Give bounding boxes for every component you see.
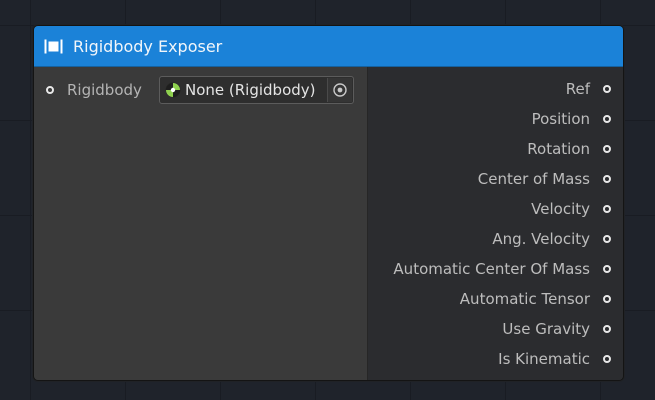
input-label-rigidbody: Rigidbody [67, 81, 142, 99]
output-row: Rotation [527, 134, 611, 164]
output-label-automatic-center-of-mass: Automatic Center Of Mass [393, 260, 590, 278]
input-port-row: Rigidbody [46, 76, 142, 104]
output-port-ref[interactable] [603, 85, 611, 93]
output-port-velocity[interactable] [603, 205, 611, 213]
output-row: Automatic Tensor [460, 284, 611, 314]
output-row: Ang. Velocity [492, 224, 611, 254]
output-port-center-of-mass[interactable] [603, 175, 611, 183]
output-row: Use Gravity [502, 314, 611, 344]
node-title: Rigidbody Exposer [73, 36, 223, 56]
object-picker-icon [333, 83, 347, 97]
output-port-rotation[interactable] [603, 145, 611, 153]
output-row: Is Kinematic [498, 344, 611, 374]
output-row: Ref [566, 74, 611, 104]
output-label-use-gravity: Use Gravity [502, 320, 590, 338]
rigidbody-object-icon [165, 82, 181, 98]
output-label-velocity: Velocity [531, 200, 590, 218]
output-port-ang-velocity[interactable] [603, 235, 611, 243]
output-row: Velocity [531, 194, 611, 224]
object-picker-button[interactable] [327, 78, 352, 102]
output-port-use-gravity[interactable] [603, 325, 611, 333]
rigidbody-exposer-node[interactable]: Rigidbody Exposer Rigidbody None (Rigidb… [33, 25, 624, 381]
output-row: Position [532, 104, 611, 134]
rigidbody-node-icon [44, 39, 63, 53]
output-label-ref: Ref [565, 80, 590, 98]
output-port-position[interactable] [603, 115, 611, 123]
output-port-is-kinematic[interactable] [603, 355, 611, 363]
output-container: Ref Position Rotation Center of Mass Vel… [368, 67, 623, 380]
output-label-position: Position [531, 110, 590, 128]
input-container: Rigidbody None (Rigidbody) [34, 67, 368, 380]
output-label-automatic-tensor: Automatic Tensor [459, 290, 590, 308]
object-field-value: None (Rigidbody) [185, 81, 316, 99]
output-port-automatic-tensor[interactable] [603, 295, 611, 303]
output-label-ang-velocity: Ang. Velocity [492, 230, 590, 248]
rigidbody-object-field[interactable]: None (Rigidbody) [159, 76, 354, 104]
output-port-automatic-center-of-mass[interactable] [603, 265, 611, 273]
output-label-is-kinematic: Is Kinematic [498, 350, 590, 368]
output-label-rotation: Rotation [527, 140, 590, 158]
output-label-center-of-mass: Center of Mass [477, 170, 590, 188]
node-header[interactable]: Rigidbody Exposer [34, 26, 623, 67]
output-row: Automatic Center Of Mass [393, 254, 611, 284]
input-port-rigidbody[interactable] [46, 86, 54, 94]
output-row: Center of Mass [478, 164, 611, 194]
